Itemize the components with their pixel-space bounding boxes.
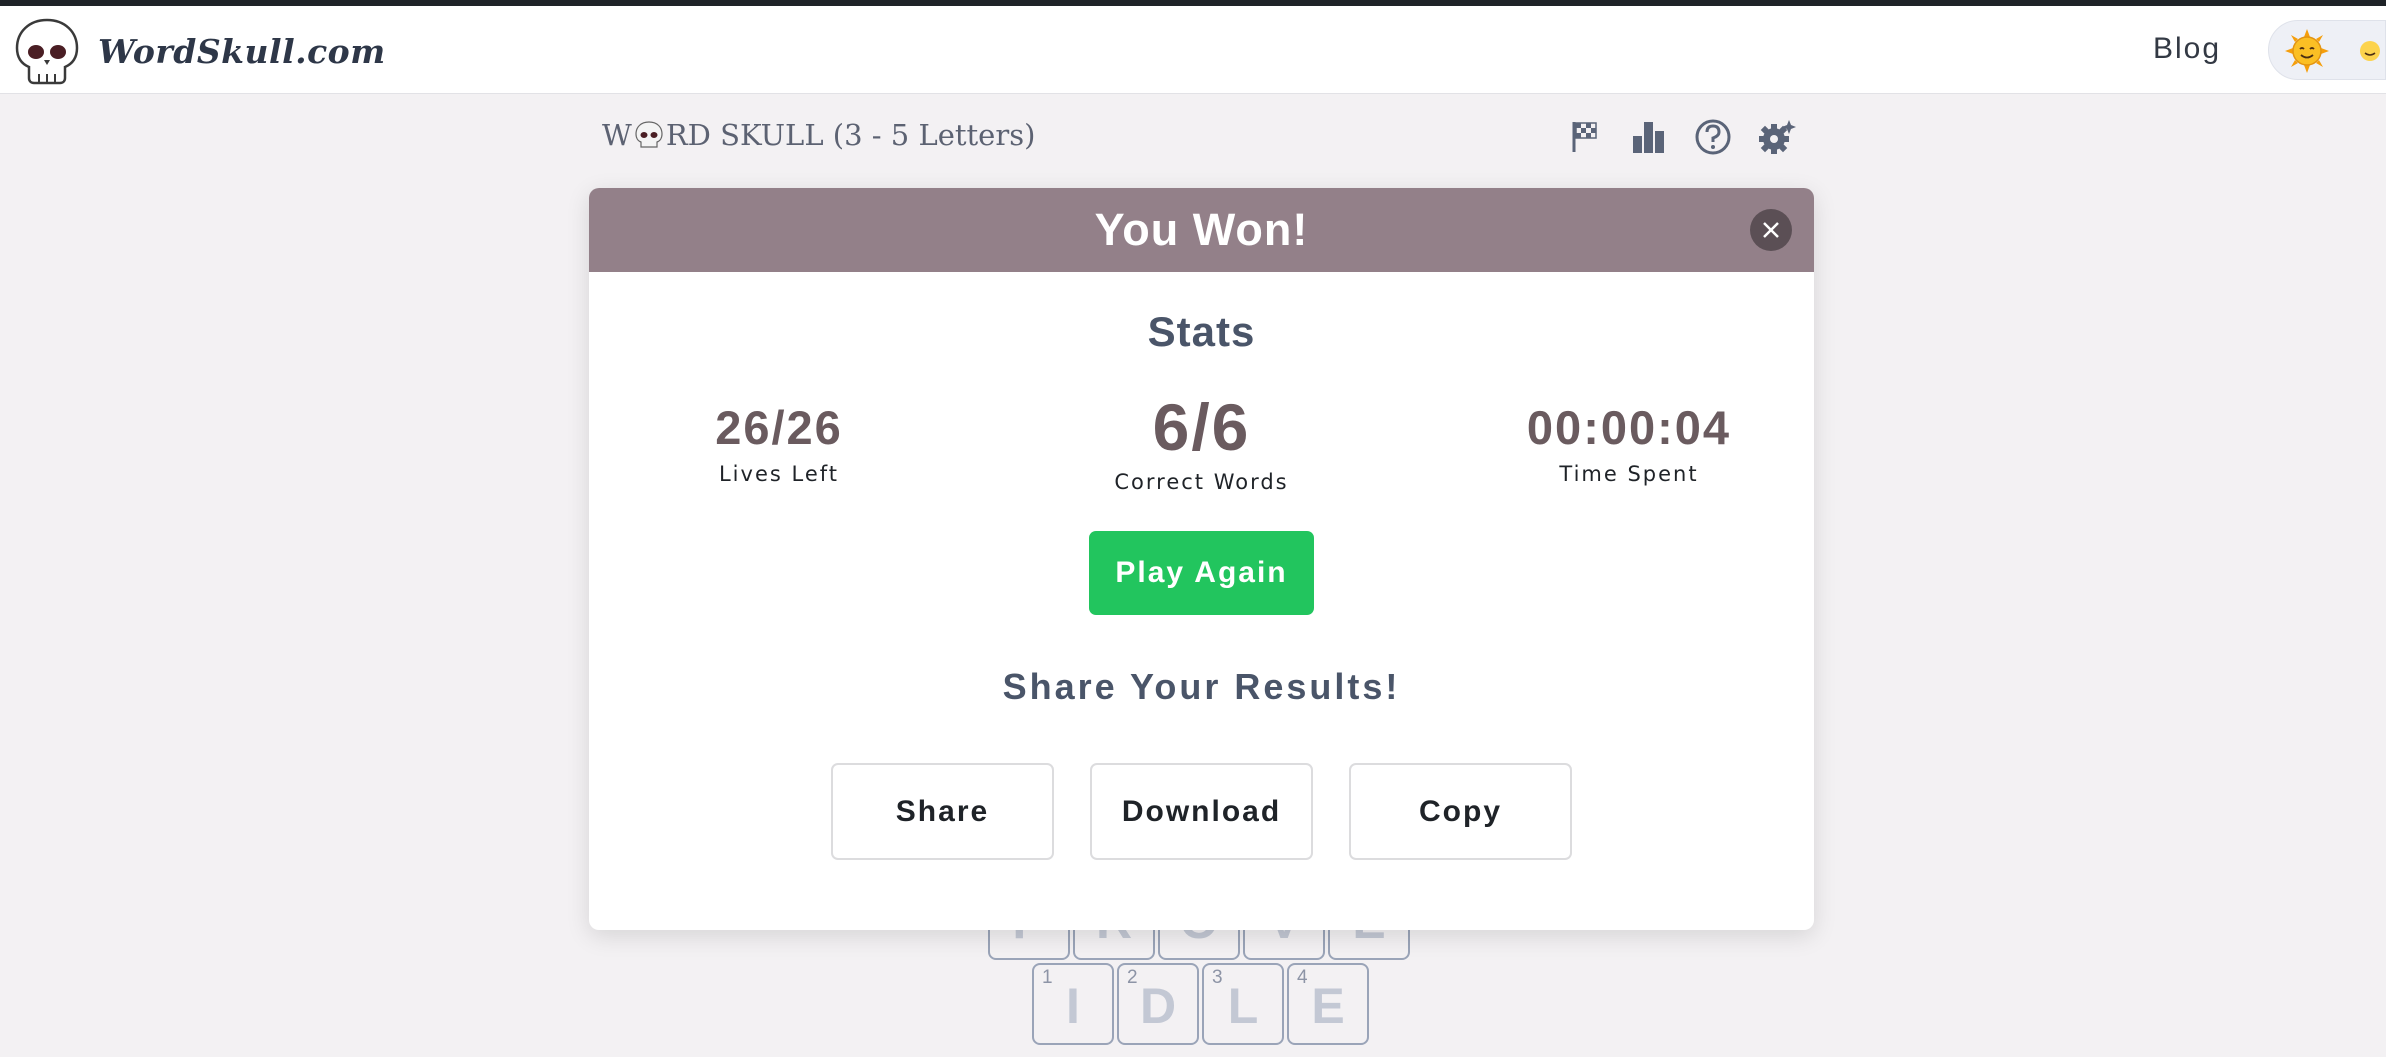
stats-heading: Stats (1147, 308, 1256, 355)
home-logo-link[interactable]: WordSkull.com (12, 16, 386, 86)
blog-link[interactable]: Blog (2153, 32, 2221, 66)
smile-icon (2360, 41, 2380, 61)
correct-words-stat: 6/6 Correct Words (1079, 388, 1324, 494)
flag-icon[interactable] (1566, 118, 1604, 156)
time-spent-stat: 00:00:04 Time Spent (1504, 398, 1754, 486)
skull-logo-icon (15, 18, 79, 85)
tile-letter: E (1311, 978, 1345, 1034)
theme-toggle[interactable] (2268, 20, 2386, 80)
navbar: WordSkull.com Blog (0, 6, 2386, 94)
tile-number: 1 (1042, 967, 1053, 988)
board-tile: 1 I (1032, 963, 1114, 1045)
play-again-button[interactable]: Play Again (1089, 531, 1314, 615)
brand-name: WordSkull.com (98, 31, 386, 71)
board-tile: 4 E (1287, 963, 1369, 1045)
lives-left-stat: 26/26 Lives Left (669, 398, 889, 486)
lives-left-value: 26/26 (715, 401, 843, 454)
tile-letter: L (1227, 978, 1259, 1034)
copy-button[interactable]: Copy (1349, 763, 1572, 860)
game-title: W RD SKULL (3 - 5 Letters) (602, 118, 1035, 152)
modal-title: You Won! (1094, 204, 1309, 255)
skull-icon (635, 121, 663, 148)
sun-icon (2285, 29, 2329, 73)
tile-letter: I (1066, 978, 1080, 1034)
help-icon[interactable] (1694, 118, 1732, 156)
tile-number: 3 (1212, 967, 1223, 988)
time-spent-value: 00:00:04 (1526, 401, 1732, 454)
board-tile: 3 L (1202, 963, 1284, 1045)
lives-left-label: Lives Left (718, 462, 839, 486)
game-title-suffix: RD SKULL (3 - 5 Letters) (665, 118, 1036, 152)
close-button[interactable] (1750, 209, 1792, 251)
tile-number: 4 (1297, 967, 1308, 988)
modal-header: You Won! (589, 188, 1814, 272)
bar-chart-icon[interactable] (1630, 118, 1668, 156)
board-tile: 2 D (1117, 963, 1199, 1045)
close-icon (1763, 222, 1779, 238)
tile-letter: D (1139, 978, 1177, 1034)
correct-words-label: Correct Words (1114, 470, 1289, 494)
share-heading: Share Your Results! (1002, 666, 1401, 707)
settings-icon[interactable] (1758, 118, 1796, 156)
result-modal: You Won! Stats 26/26 Lives Left 6/6 Corr… (589, 188, 1814, 930)
download-button[interactable]: Download (1090, 763, 1313, 860)
time-spent-label: Time Spent (1559, 462, 1699, 486)
correct-words-value: 6/6 (1152, 390, 1251, 464)
tile-number: 2 (1127, 967, 1138, 988)
share-button[interactable]: Share (831, 763, 1054, 860)
game-title-prefix: W (602, 118, 632, 152)
game-toolbar (1566, 118, 1796, 156)
